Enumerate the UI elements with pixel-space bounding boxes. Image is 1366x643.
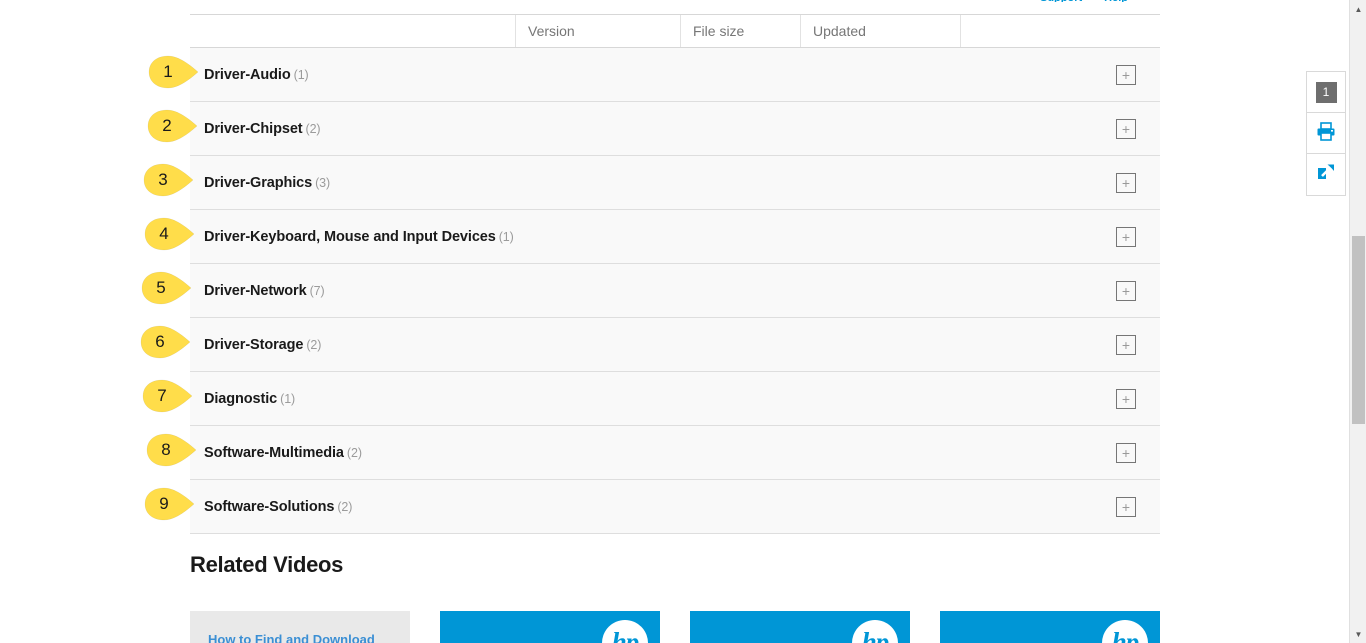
callout-number: 1: [163, 62, 173, 81]
table-row[interactable]: Driver-Keyboard, Mouse and Input Devices…: [190, 210, 1160, 264]
callout-number: 4: [159, 224, 169, 243]
category-name[interactable]: Driver-Keyboard, Mouse and Input Devices…: [190, 229, 514, 245]
print-icon: [1315, 121, 1337, 146]
table-header-row: Version File size Updated: [190, 14, 1160, 48]
callout-number: 8: [161, 440, 171, 459]
page-count-badge: 1: [1315, 81, 1337, 103]
hp-logo-icon: hp: [602, 620, 648, 643]
callout-number: 9: [159, 494, 169, 513]
category-label: Driver-Audio: [204, 66, 291, 83]
table-row[interactable]: Driver-Network (7) +: [190, 264, 1160, 318]
callout-number: 2: [162, 116, 172, 135]
scroll-up-arrow[interactable]: ▲: [1350, 2, 1366, 16]
expand-row-button[interactable]: +: [1116, 388, 1136, 409]
related-videos-title: Related Videos: [190, 552, 344, 577]
video-thumbnail[interactable]: hp: [440, 611, 660, 643]
hp-logo-text: hp: [861, 626, 890, 643]
category-count: (1): [498, 229, 514, 244]
category-name[interactable]: Driver-Graphics (3): [190, 175, 330, 191]
category-name[interactable]: Driver-Storage (2): [190, 337, 321, 353]
video-thumbnail[interactable]: hp: [940, 611, 1160, 643]
category-label: Driver-Keyboard, Mouse and Input Devices: [204, 228, 496, 245]
expand-row-button[interactable]: +: [1116, 496, 1136, 517]
top-utility-links: Support Help: [1040, 0, 1170, 2]
column-header-file-size: File size: [680, 15, 800, 47]
callout-number: 3: [158, 170, 168, 189]
category-label: Software-Solutions: [204, 498, 335, 515]
expand-row-button[interactable]: +: [1116, 280, 1136, 301]
category-label: Driver-Graphics: [204, 174, 313, 191]
hp-logo-icon: hp: [1102, 620, 1148, 643]
table-row[interactable]: Driver-Audio (1) +: [190, 48, 1160, 102]
page-root: Support Help Version File size Updated D…: [0, 0, 1366, 643]
callout-number: 6: [155, 332, 165, 351]
top-link-2[interactable]: Help: [1104, 0, 1128, 2]
category-name[interactable]: Diagnostic (1): [190, 391, 295, 407]
category-count: (1): [280, 391, 296, 406]
share-icon: [1315, 162, 1337, 187]
callout-marker: 9: [144, 487, 196, 521]
callout-marker: 4: [144, 217, 196, 251]
table-row[interactable]: Software-Multimedia (2) +: [190, 426, 1160, 480]
category-label: Driver-Chipset: [204, 120, 303, 137]
expand-row-button[interactable]: +: [1116, 172, 1136, 193]
category-count: (2): [305, 121, 321, 136]
category-label: Driver-Network: [204, 282, 307, 299]
video-thumbnail[interactable]: How to Find and Download: [190, 611, 410, 643]
category-count: (2): [346, 445, 362, 460]
category-count: (7): [309, 283, 325, 298]
column-header-name: [190, 15, 515, 47]
callout-marker: 6: [140, 325, 192, 359]
floating-action-toolbar: 1: [1306, 71, 1346, 196]
expand-row-button[interactable]: +: [1116, 334, 1136, 355]
page-count-button[interactable]: 1: [1307, 72, 1345, 113]
category-count: (2): [337, 499, 353, 514]
category-name[interactable]: Driver-Network (7): [190, 283, 325, 299]
table-row[interactable]: Software-Solutions (2) +: [190, 480, 1160, 534]
callout-number: 5: [156, 278, 166, 297]
share-button[interactable]: [1307, 154, 1345, 195]
table-row[interactable]: Driver-Storage (2) +: [190, 318, 1160, 372]
browser-scrollbar[interactable]: ▲ ▼: [1349, 0, 1366, 643]
category-count: (2): [306, 337, 322, 352]
hp-logo-text: hp: [1111, 626, 1140, 643]
table-row[interactable]: Diagnostic (1) +: [190, 372, 1160, 426]
column-header-updated: Updated: [800, 15, 960, 47]
category-name[interactable]: Software-Solutions (2): [190, 499, 352, 515]
driver-category-table: Version File size Updated Driver-Audio (1…: [190, 14, 1160, 534]
video-title[interactable]: How to Find and Download: [208, 632, 375, 643]
table-row[interactable]: Driver-Chipset (2) +: [190, 102, 1160, 156]
callout-number: 7: [157, 386, 167, 405]
expand-row-button[interactable]: +: [1116, 118, 1136, 139]
callout-marker: 3: [143, 163, 195, 197]
hp-logo-text: hp: [611, 626, 640, 643]
video-thumbnail[interactable]: hp: [690, 611, 910, 643]
category-label: Diagnostic: [204, 390, 278, 407]
column-header-actions: [960, 15, 1160, 47]
hp-logo-icon: hp: [852, 620, 898, 643]
category-label: Driver-Storage: [204, 336, 304, 353]
category-name[interactable]: Software-Multimedia (2): [190, 445, 362, 461]
table-body: Driver-Audio (1) + Driver-Chipset (2) + Driver…: [190, 48, 1160, 534]
scrollbar-thumb[interactable]: [1352, 236, 1365, 424]
category-name[interactable]: Driver-Audio (1): [190, 67, 309, 83]
related-videos-list: How to Find and Download hp hp hp: [190, 611, 1160, 643]
callout-marker: 7: [142, 379, 194, 413]
column-header-version: Version: [515, 15, 680, 47]
top-link-1[interactable]: Support: [1040, 0, 1082, 2]
category-label: Software-Multimedia: [204, 444, 344, 461]
callout-marker: 5: [141, 271, 193, 305]
category-count: (1): [293, 67, 309, 82]
category-count: (3): [315, 175, 331, 190]
scroll-down-arrow[interactable]: ▼: [1350, 627, 1366, 641]
table-row[interactable]: Driver-Graphics (3) +: [190, 156, 1160, 210]
category-name[interactable]: Driver-Chipset (2): [190, 121, 321, 137]
print-button[interactable]: [1307, 113, 1345, 154]
expand-row-button[interactable]: +: [1116, 64, 1136, 85]
expand-row-button[interactable]: +: [1116, 226, 1136, 247]
expand-row-button[interactable]: +: [1116, 442, 1136, 463]
